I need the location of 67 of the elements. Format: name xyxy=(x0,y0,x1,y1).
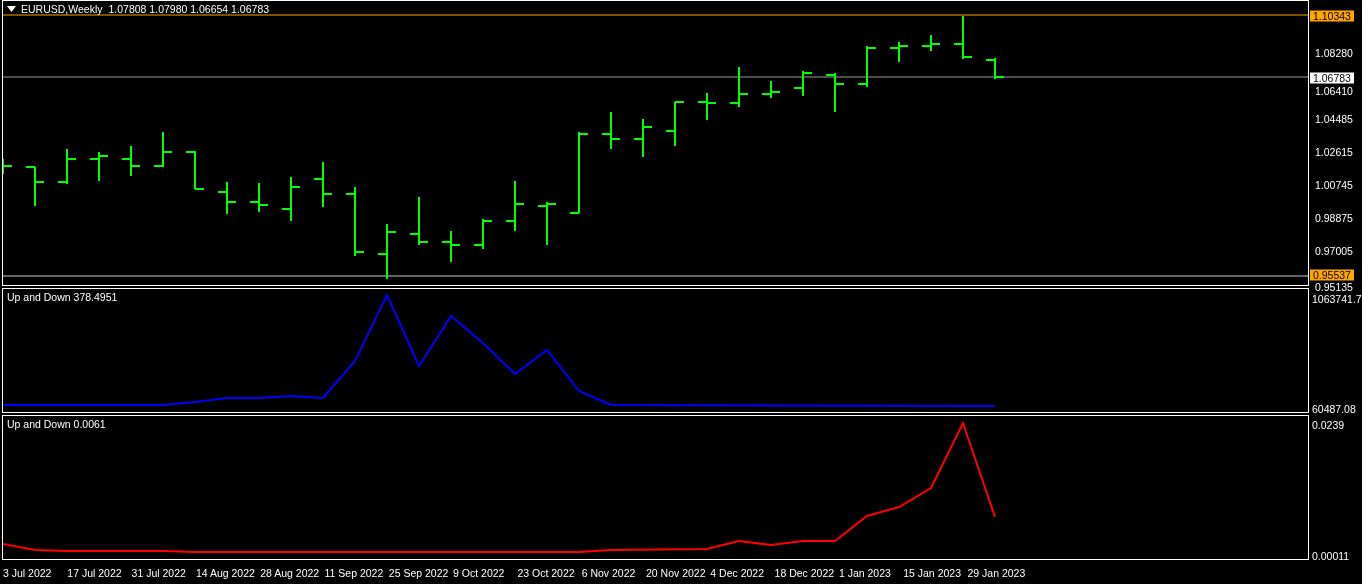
date-label: 18 Dec 2022 xyxy=(774,568,835,579)
axis-label: 0.98875 xyxy=(1315,212,1353,224)
date-label: 17 Jul 2022 xyxy=(67,568,122,579)
price-bar xyxy=(953,15,973,60)
date-label: 14 Aug 2022 xyxy=(195,568,255,579)
date-label: 1 Jan 2023 xyxy=(838,568,891,579)
price-bar xyxy=(3,158,13,175)
price-bar xyxy=(345,186,365,257)
date-label: 15 Jan 2023 xyxy=(903,568,961,579)
axis-label: 1.04485 xyxy=(1315,113,1353,125)
ohlc-values: 1.07808 1.07980 1.06654 1.06783 xyxy=(108,4,270,15)
date-label: 29 Jan 2023 xyxy=(967,568,1026,579)
date-label: 28 Aug 2022 xyxy=(260,568,320,579)
price-bar xyxy=(921,34,941,52)
price-tag: 1.10343 xyxy=(1310,10,1354,22)
price-bar xyxy=(793,70,813,97)
indicator-label: Up and Down 378.4951 xyxy=(7,292,118,303)
price-bar xyxy=(217,181,237,215)
date-label: 11 Sep 2022 xyxy=(324,568,384,579)
axis-label: 1.08280 xyxy=(1315,47,1353,59)
price-bar xyxy=(601,111,621,150)
price-bar xyxy=(25,166,45,207)
date-label: 20 Nov 2022 xyxy=(646,568,706,579)
price-bar xyxy=(505,180,525,232)
date-label: 9 Oct 2022 xyxy=(453,568,505,579)
price-bar xyxy=(249,182,269,213)
axis-label: 1.06410 xyxy=(1315,85,1353,97)
price-bar xyxy=(889,41,909,63)
price-bar xyxy=(665,101,685,147)
price-bar xyxy=(857,45,877,88)
indicator-label: Up and Down 0.0061 xyxy=(7,419,106,430)
price-bar xyxy=(985,57,1005,80)
price-bar xyxy=(633,118,653,158)
price-bar xyxy=(89,151,109,182)
price-bar xyxy=(825,72,845,113)
price-bar xyxy=(697,92,717,121)
date-label: 3 Jul 2022 xyxy=(3,568,52,579)
axis-label: 1.00745 xyxy=(1315,179,1353,191)
price-tag: 1.06783 xyxy=(1310,72,1354,84)
date-label: 6 Nov 2022 xyxy=(581,568,636,579)
price-bar xyxy=(761,80,781,99)
date-label: 25 Sep 2022 xyxy=(388,568,449,579)
axis-label: 0.0239 xyxy=(1312,419,1345,431)
axis-label: 1.02615 xyxy=(1315,146,1353,158)
axis-label: 0.00011 xyxy=(1312,550,1350,562)
axis-label: 1063741.7 xyxy=(1312,293,1362,305)
price-bar xyxy=(537,201,557,246)
price-bar xyxy=(57,148,77,185)
axis-label: 0.97005 xyxy=(1315,245,1353,257)
axis-label: 60487.08 xyxy=(1312,403,1356,415)
price-bar xyxy=(377,223,397,280)
date-label: 23 Oct 2022 xyxy=(517,568,575,579)
price-bar xyxy=(409,196,429,246)
price-bar xyxy=(121,145,141,177)
price-bar xyxy=(313,161,333,208)
price-bar xyxy=(441,230,461,263)
price-bar xyxy=(153,131,173,168)
price-bar xyxy=(473,218,493,250)
symbol-title: EURUSD,Weekly xyxy=(21,4,103,15)
dropdown-icon xyxy=(7,6,16,13)
price-tag: 0.95537 xyxy=(1310,269,1354,281)
price-bar xyxy=(729,66,749,108)
date-label: 4 Dec 2022 xyxy=(710,568,764,579)
price-bar xyxy=(281,176,301,222)
axis-label: 0.95135 xyxy=(1315,281,1353,293)
date-label: 31 Jul 2022 xyxy=(131,568,186,579)
price-bar xyxy=(185,150,205,190)
